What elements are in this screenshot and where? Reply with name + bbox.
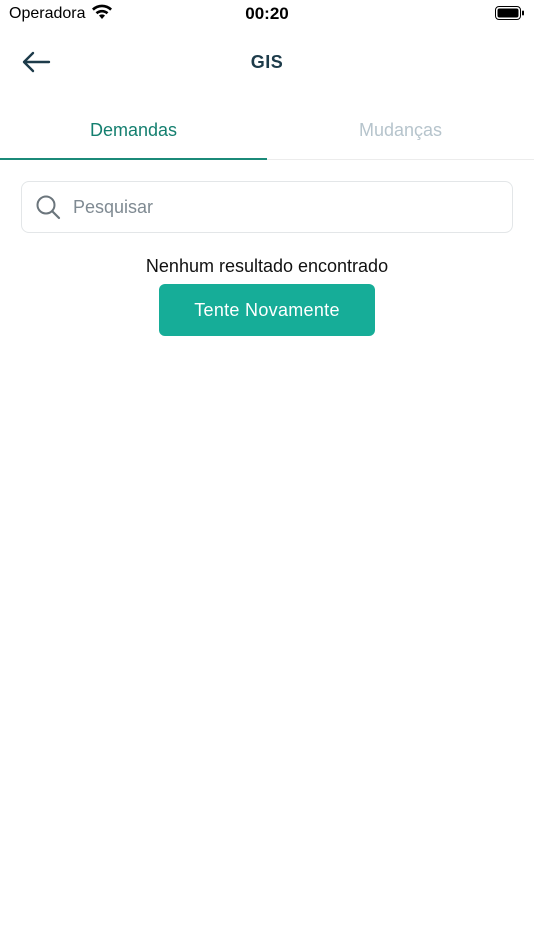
status-bar: Operadora 00:20 [0, 0, 534, 28]
search-icon [36, 195, 61, 220]
tab-label: Demandas [89, 119, 178, 140]
retry-button[interactable]: Tente Novamente [159, 284, 375, 336]
tab-mudancas[interactable]: Mudanças [267, 100, 534, 160]
tab-demandas[interactable]: Demandas [0, 100, 267, 160]
page-title: GIS [250, 52, 284, 72]
navigation-bar: GIS [0, 40, 534, 84]
search-input[interactable] [73, 196, 493, 218]
search-box[interactable] [21, 181, 513, 233]
active-tab-indicator [0, 158, 267, 160]
tab-label: Mudanças [358, 119, 443, 140]
battery-icon [495, 6, 525, 25]
empty-state-message: Nenhum resultado encontrado [145, 256, 389, 276]
status-time: 00:20 [245, 4, 289, 23]
tab-bar: Demandas Mudanças [0, 100, 534, 160]
